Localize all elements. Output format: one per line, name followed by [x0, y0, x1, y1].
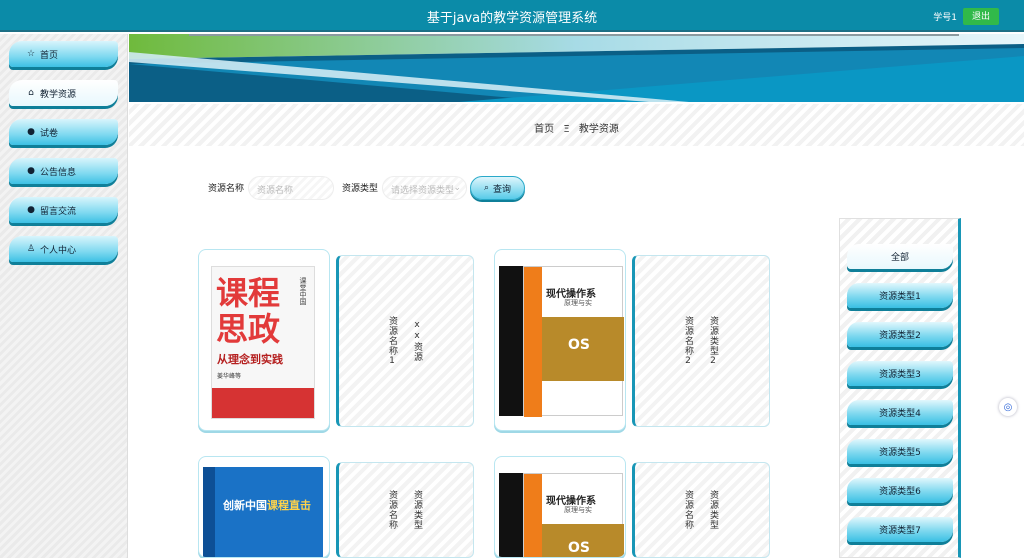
resource-name: 资源名称1 — [387, 315, 397, 367]
book-cover: 现代操作系 原理与实 OS — [523, 473, 624, 557]
resource-type-placeholder: 请选择资源类型 — [391, 186, 455, 196]
sidebar-item-label: 首页 — [40, 50, 59, 61]
info-circle-icon: ● — [27, 205, 35, 215]
home-icon: ⌂ — [28, 88, 34, 98]
top-header: 基于java的教学资源管理系统 学号1 退出 — [0, 0, 1024, 32]
resource-cover[interactable]: 现代操作系 原理与实 OS — [494, 249, 626, 431]
cover-subtitle: 原理与实 — [564, 299, 592, 307]
sidebar-item-label: 教学资源 — [40, 89, 77, 100]
cover-spine — [524, 474, 542, 557]
resource-cover[interactable]: 现代操作系 原理与实 OS — [494, 456, 626, 558]
resource-type: 资源类型 — [412, 490, 422, 530]
query-button[interactable]: ⌕ 查询 — [470, 176, 525, 200]
resource-info[interactable]: 资源名称 资源类型 — [336, 462, 474, 558]
resource-name-label: 资源名称 — [208, 184, 245, 194]
sidebar-item-label: 留言交流 — [40, 206, 77, 217]
cover-subtitle: 从理念到实践 — [217, 353, 283, 366]
resource-name: 资源名称2 — [683, 315, 693, 367]
star-icon: ☆ — [26, 49, 36, 59]
resource-info[interactable]: 资源名称1 xx资源 — [336, 255, 474, 427]
resource-type: 资源类型2 — [708, 315, 718, 367]
resource-cover[interactable]: 课程 思政 课堂中国 从理念到实践 姜华峰等 — [198, 249, 330, 431]
book-cover: 创新中国课程直击 — [203, 467, 323, 557]
banner-image — [129, 34, 1024, 102]
app-title: 基于java的教学资源管理系统 — [426, 11, 598, 26]
cover-image: OS — [542, 317, 624, 381]
resource-name: 资源名称 — [387, 490, 397, 530]
breadcrumb-separator: Ξ — [563, 124, 570, 135]
type-filter-item[interactable]: 资源类型3 — [847, 361, 953, 386]
sidebar-item-home[interactable]: ☆ 首页 — [9, 41, 118, 67]
logout-button[interactable]: 退出 — [963, 8, 999, 25]
resource-info[interactable]: 资源名称 资源类型 — [632, 462, 770, 558]
chevron-down-icon: ⌄ — [453, 183, 461, 193]
resource-type-select[interactable]: 请选择资源类型 ⌄ — [382, 176, 467, 200]
resource-type: 资源类型 — [708, 490, 718, 530]
cover-title: 课程 思政 — [216, 274, 281, 348]
user-name: 学号1 — [933, 13, 957, 23]
sidebar-item-label: 公告信息 — [40, 167, 77, 178]
question-circle-icon: ● — [27, 166, 35, 176]
sidebar-item-notice[interactable]: ● 公告信息 — [9, 158, 118, 184]
breadcrumb: 首页 Ξ 教学资源 — [129, 104, 1024, 146]
cover-badge: OS — [568, 540, 590, 556]
cover-image: OS — [542, 524, 624, 557]
type-filter-all[interactable]: 全部 — [847, 244, 953, 269]
resource-name-input[interactable]: 资源名称 — [248, 176, 334, 200]
type-filter-item[interactable]: 资源类型2 — [847, 322, 953, 347]
type-filter-item[interactable]: 资源类型5 — [847, 439, 953, 464]
sidebar-item-profile[interactable]: ♙ 个人中心 — [9, 236, 118, 262]
cover-badge: OS — [568, 337, 590, 353]
cover-footer — [212, 388, 314, 418]
type-filter-panel: 全部 资源类型1 资源类型2 资源类型3 资源类型4 资源类型5 资源类型6 资… — [839, 218, 961, 558]
resource-cover[interactable]: 创新中国课程直击 — [198, 456, 330, 558]
sidebar-item-exam[interactable]: ● 试卷 — [9, 119, 118, 145]
type-filter-item[interactable]: 资源类型4 — [847, 400, 953, 425]
sidebar-item-label: 个人中心 — [40, 245, 77, 256]
cover-spine — [203, 467, 215, 557]
chat-widget-icon[interactable]: ◎ — [999, 398, 1017, 416]
cover-author: 姜华峰等 — [217, 373, 242, 380]
banner-graphic — [129, 34, 1024, 102]
sidebar: ☆ 首页 ⌂ 教学资源 ● 试卷 ● 公告信息 ● 留言交流 ♙ 个人中心 — [0, 34, 128, 558]
cover-subtitle: 原理与实 — [564, 506, 592, 514]
breadcrumb-home[interactable]: 首页 — [534, 124, 554, 135]
resource-name: 资源名称 — [683, 490, 693, 530]
resource-type: xx资源 — [412, 320, 422, 362]
sidebar-item-messages[interactable]: ● 留言交流 — [9, 197, 118, 223]
resource-type-label: 资源类型 — [342, 184, 379, 194]
sidebar-item-label: 试卷 — [40, 128, 59, 139]
type-filter-item[interactable]: 资源类型7 — [847, 517, 953, 542]
cover-spine — [524, 267, 542, 417]
sidebar-item-resources[interactable]: ⌂ 教学资源 — [9, 80, 118, 106]
resource-info[interactable]: 资源名称2 资源类型2 — [632, 255, 770, 427]
cover-side-text: 课堂中国 — [299, 277, 307, 305]
type-filter-item[interactable]: 资源类型1 — [847, 283, 953, 308]
info-circle-icon: ● — [27, 127, 35, 137]
breadcrumb-current: 教学资源 — [578, 124, 619, 135]
user-icon: ♙ — [26, 244, 36, 254]
cover-title: 创新中国课程直击 — [223, 499, 311, 512]
book-cover: 现代操作系 原理与实 OS — [523, 266, 624, 417]
search-icon: ⌕ — [483, 183, 490, 193]
book-cover: 课程 思政 课堂中国 从理念到实践 姜华峰等 — [211, 266, 315, 419]
query-button-label: 查询 — [493, 184, 512, 195]
type-filter-item[interactable]: 资源类型6 — [847, 478, 953, 503]
